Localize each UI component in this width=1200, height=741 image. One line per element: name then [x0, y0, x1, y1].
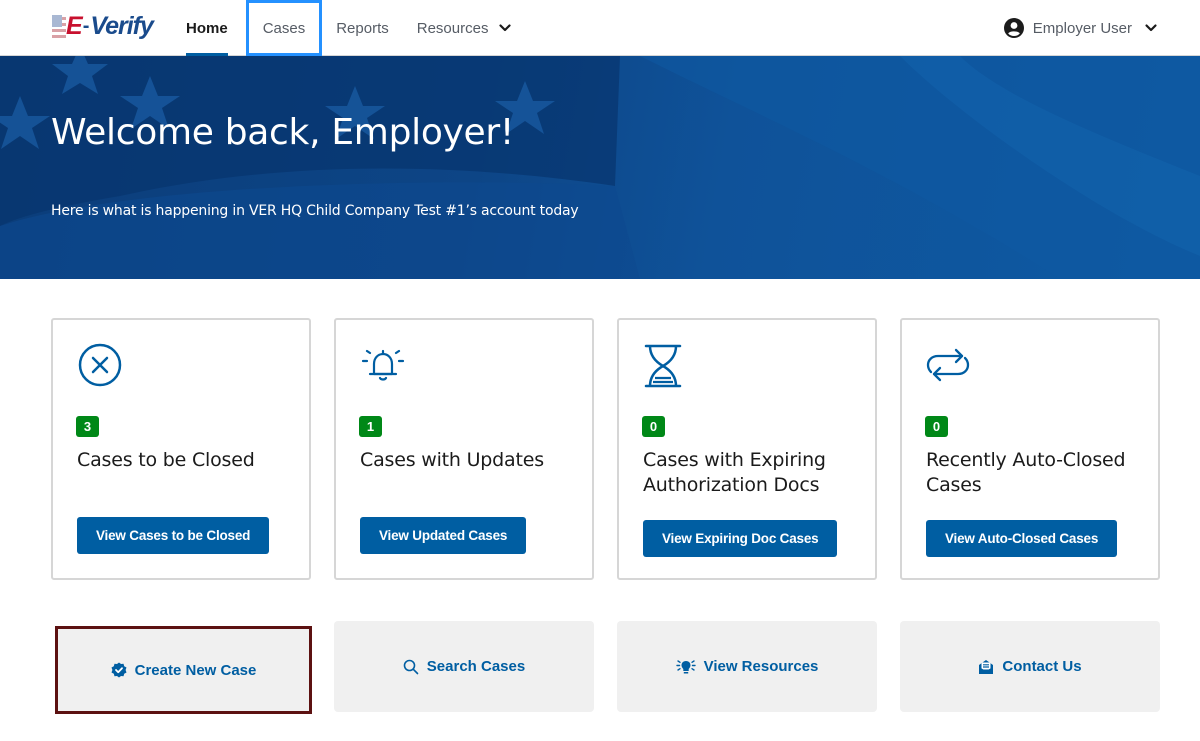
card-expiring-docs: 0 Cases with Expiring Authorization Docs…	[617, 318, 877, 580]
welcome-hero: Welcome back, Employer! Here is what is …	[0, 56, 1200, 279]
welcome-subtitle: Here is what is happening in VER HQ Chil…	[51, 203, 579, 219]
nav-home[interactable]: Home	[172, 0, 242, 57]
flag-icon	[52, 15, 66, 38]
nav-home-label: Home	[186, 19, 228, 37]
card-title: Cases with Updates	[360, 449, 544, 471]
mail-open-icon	[979, 659, 994, 674]
search-cases-label: Search Cases	[426, 658, 526, 675]
logo-dash: -	[82, 14, 90, 37]
logo-prefix: E	[66, 11, 83, 40]
user-menu[interactable]: Employer User	[1003, 0, 1158, 56]
user-circle-icon	[1003, 18, 1024, 38]
count-badge: 1	[359, 416, 382, 437]
user-menu-label: Employer User	[1032, 19, 1132, 37]
logo-word: Verify	[90, 11, 154, 40]
contact-us-label: Contact Us	[1002, 658, 1082, 675]
card-cases-with-updates: 1 Cases with Updates View Updated Cases	[334, 318, 594, 580]
repeat-icon	[926, 348, 970, 382]
nav-reports[interactable]: Reports	[322, 0, 403, 56]
chevron-down-icon	[1145, 24, 1157, 32]
verified-badge-icon	[111, 662, 127, 678]
welcome-title: Welcome back, Employer!	[51, 112, 515, 153]
contact-us-button[interactable]: Contact Us	[900, 621, 1160, 712]
bell-icon	[361, 349, 405, 381]
nav-reports-label: Reports	[336, 19, 389, 37]
view-resources-label: View Resources	[703, 658, 819, 675]
search-icon	[403, 659, 419, 674]
nav-resources[interactable]: Resources	[403, 0, 527, 56]
card-title: Cases with Expiring Authorization Docs	[643, 449, 826, 496]
nav-cases-label: Cases	[262, 19, 306, 37]
create-new-case-button[interactable]: Create New Case	[55, 626, 312, 714]
lightbulb-icon	[675, 659, 696, 673]
card-title: Cases to be Closed	[77, 449, 255, 471]
e-verify-logo[interactable]: E - Verify	[52, 11, 154, 41]
count-badge: 3	[76, 416, 99, 437]
flag-background-image	[0, 56, 1200, 279]
view-updated-cases-button[interactable]: View Updated Cases	[360, 517, 527, 554]
view-auto-closed-cases-button[interactable]: View Auto-Closed Cases	[926, 520, 1118, 557]
top-header: E - Verify Home Cases Reports Resources …	[0, 0, 1200, 57]
card-title: Recently Auto-Closed Cases	[926, 449, 1126, 496]
view-cases-to-be-closed-button[interactable]: View Cases to be Closed	[77, 517, 270, 554]
view-expiring-doc-cases-button[interactable]: View Expiring Doc Cases	[643, 520, 838, 557]
nav-resources-label: Resources	[416, 19, 489, 37]
card-cases-to-be-closed: 3 Cases to be Closed View Cases to be Cl…	[51, 318, 311, 580]
card-auto-closed: 0 Recently Auto-Closed Cases View Auto-C…	[900, 318, 1160, 580]
count-badge: 0	[925, 416, 948, 437]
main-nav: Home Cases Reports Resources	[172, 0, 527, 57]
view-resources-button[interactable]: View Resources	[617, 621, 877, 712]
search-cases-button[interactable]: Search Cases	[334, 621, 594, 712]
hourglass-icon	[644, 344, 682, 388]
close-circle-icon	[78, 343, 122, 387]
count-badge: 0	[642, 416, 665, 437]
nav-cases[interactable]: Cases	[245, 0, 323, 56]
chevron-down-icon	[499, 24, 512, 32]
create-new-case-label: Create New Case	[134, 661, 257, 679]
